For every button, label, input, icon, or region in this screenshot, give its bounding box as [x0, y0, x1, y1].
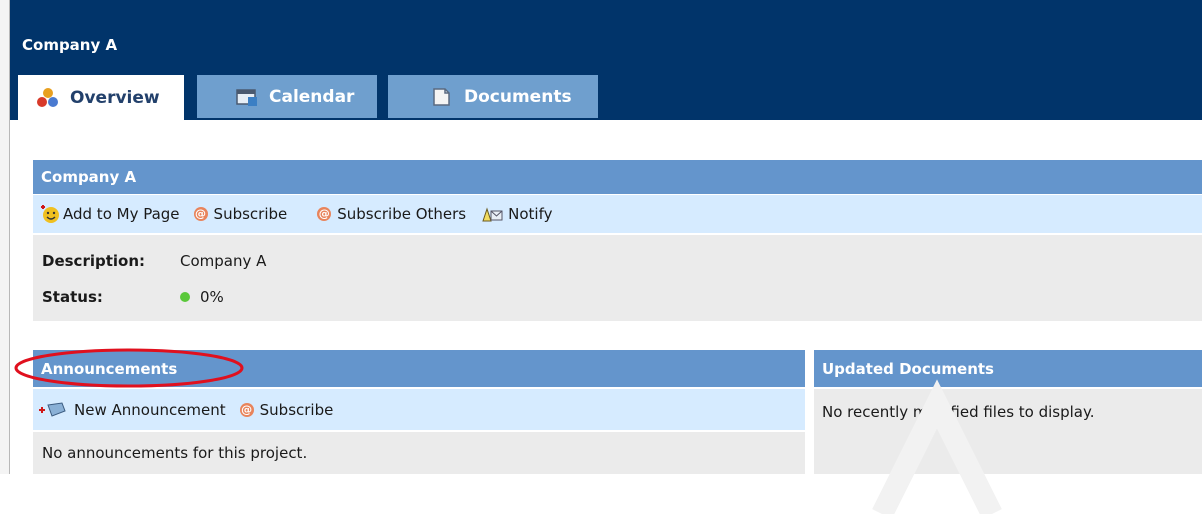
project-panel-header: Company A: [33, 160, 1202, 194]
announcements-subscribe-at-icon: @: [239, 402, 254, 417]
announcements-subscribe-label: Subscribe: [259, 400, 334, 419]
new-announcement-button[interactable]: New Announcement: [38, 401, 226, 419]
subscribe-at-icon: @: [193, 207, 208, 221]
subscribe-others-button[interactable]: @ Subscribe Others: [317, 205, 466, 223]
subscribe-button[interactable]: @ Subscribe: [193, 205, 288, 223]
tab-calendar[interactable]: Calendar: [197, 75, 377, 118]
tab-documents[interactable]: Documents: [388, 75, 598, 118]
calendar-icon: [235, 86, 259, 108]
notify-icon: [480, 205, 504, 223]
project-action-bar: Add to My Page @ Subscribe @ Subscribe O…: [33, 195, 1202, 233]
add-to-my-page-button[interactable]: Add to My Page: [39, 204, 180, 224]
left-frame-edge: [0, 0, 10, 474]
announcements-body: No announcements for this project.: [33, 432, 805, 474]
overview-icon: [36, 87, 60, 109]
status-row: Status: 0%: [42, 288, 224, 306]
notify-button[interactable]: Notify: [480, 205, 552, 223]
description-row: Description: Company A: [42, 252, 266, 270]
subscribe-others-label: Subscribe Others: [337, 205, 467, 223]
add-to-my-page-label: Add to My Page: [63, 205, 180, 223]
announcements-empty-text: No announcements for this project.: [42, 444, 308, 462]
documents-icon: [430, 86, 454, 108]
description-label: Description:: [42, 252, 146, 270]
new-announcement-label: New Announcement: [74, 400, 226, 419]
announcements-action-bar: New Announcement @ Subscribe: [33, 389, 805, 430]
status-value: 0%: [200, 288, 224, 306]
watermark-logo: [872, 379, 1002, 514]
notify-label: Notify: [508, 205, 553, 223]
project-panel-title: Company A: [41, 168, 137, 186]
announcements-subscribe-button[interactable]: @ Subscribe: [239, 400, 334, 419]
status-label: Status:: [42, 288, 103, 306]
tab-calendar-label: Calendar: [269, 86, 355, 107]
status-dot-icon: [180, 292, 190, 302]
project-header: Company A: [10, 0, 1202, 120]
description-value: Company A: [180, 252, 267, 270]
tab-documents-label: Documents: [464, 86, 572, 107]
tab-overview[interactable]: Overview: [18, 75, 184, 121]
project-details: Description: Company A Status: 0%: [33, 235, 1202, 321]
header-title: Company A: [22, 36, 118, 54]
highlight-ellipse: [14, 348, 244, 388]
add-to-my-page-icon: [39, 204, 61, 224]
new-announcement-icon: [38, 401, 68, 419]
subscribe-label: Subscribe: [213, 205, 288, 223]
tab-overview-label: Overview: [70, 88, 160, 108]
subscribe-others-at-icon: @: [317, 207, 332, 221]
